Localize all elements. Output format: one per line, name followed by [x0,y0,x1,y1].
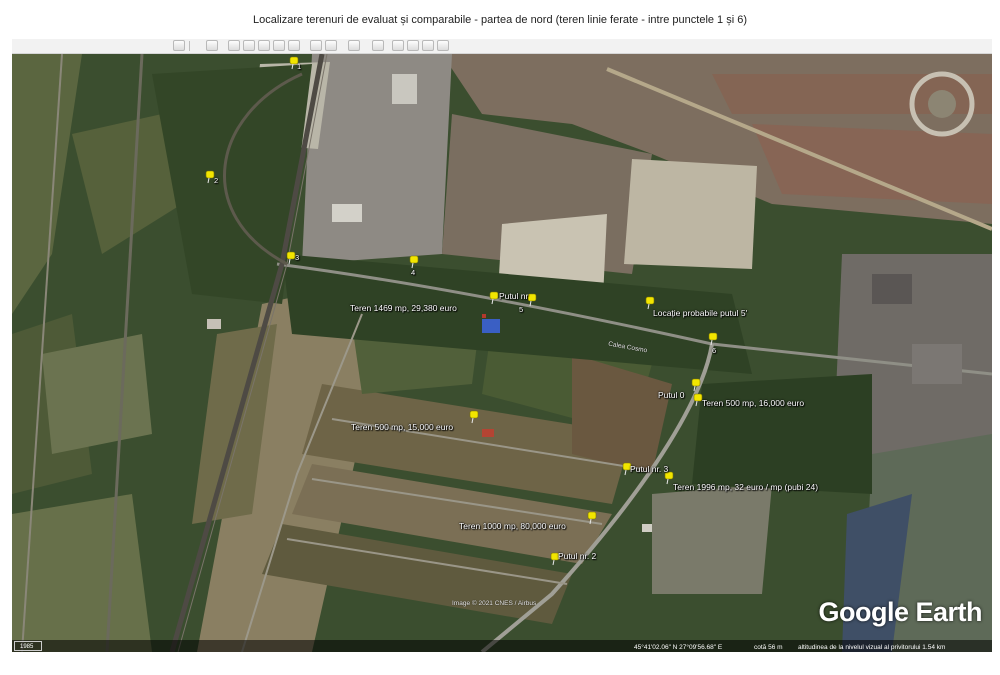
tour-icon[interactable] [288,40,300,51]
pin-icon[interactable] [408,255,420,269]
sun-icon[interactable] [325,40,337,51]
pin-number: 4 [411,268,416,277]
map-label-putul-nr-3: Putul nr. 3 [630,464,669,474]
planets-icon[interactable] [348,40,360,51]
eye-altitude-readout: altitudinea de la nivelul vizual al priv… [798,644,946,651]
satellite-map[interactable]: 1 2 3 4 5 6 Teren 1469 mp, 29,380 euro P… [12,54,992,652]
history-icon[interactable] [310,40,322,51]
pin-number: 3 [295,253,300,262]
print-icon[interactable] [407,40,419,51]
map-toolbar [12,39,992,54]
imagery-credit: Image © 2021 CNES / Airbus [452,600,537,607]
pin-icon[interactable] [468,410,480,424]
pin-number: 5 [519,305,524,314]
status-bar: 1985 45°41'02.06" N 27°09'56.68" E cotă … [12,640,992,652]
toolbar-separator [189,41,190,51]
pin-number: 2 [214,176,219,185]
map-label-teren-1996: Teren 1996 mp, 32 euro / mp (pubi 24) [673,482,819,492]
pin-icon[interactable] [707,332,719,346]
map-label-putul-nr: Putul nr [499,291,529,301]
polygon-icon[interactable] [243,40,255,51]
imagery-year: 1985 [20,644,34,650]
maps-icon[interactable] [437,40,449,51]
elevation-readout: cotă 56 m [754,644,783,651]
map-label-locatie-probabila: Locație probabile putul 5' [653,308,748,318]
layers-icon[interactable] [206,40,218,51]
google-earth-logo: Google Earth [818,597,982,627]
page-title: Localizare terenuri de evaluat și compar… [252,14,748,26]
coordinates-readout: 45°41'02.06" N 27°09'56.68" E [634,644,723,651]
map-label-teren-500-16000: Teren 500 mp, 16,000 euro [702,398,805,408]
pin-number: 6 [712,346,717,355]
map-label-teren-500-15000: Teren 500 mp, 15,000 euro [351,422,454,432]
map-label-putul-nr-2: Putul nr. 2 [558,551,597,561]
map-imagery [12,54,992,652]
pin-number: 1 [297,62,302,71]
pin-icon[interactable] [586,511,598,525]
save-image-icon[interactable] [422,40,434,51]
pin-icon[interactable] [690,378,702,392]
ruler-icon[interactable] [372,40,384,51]
map-label-teren-1000: Teren 1000 mp, 80,000 euro [459,521,566,531]
map-label-putul-0: Putul 0 [658,390,685,400]
path-icon[interactable] [258,40,270,51]
map-label-teren-1469: Teren 1469 mp, 29,380 euro [350,303,457,313]
overlay-icon[interactable] [273,40,285,51]
search-icon[interactable] [173,40,185,51]
email-icon[interactable] [392,40,404,51]
pin-icon[interactable] [228,40,240,51]
